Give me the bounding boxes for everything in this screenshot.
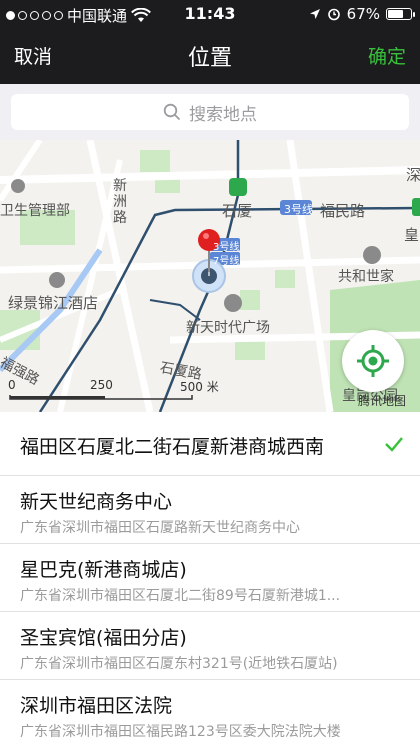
list-item-title: 福田区石厦北二街石厦新港商城西南	[20, 436, 325, 458]
map-metro-tag-main: 3号线	[284, 203, 313, 216]
scale-mid: 250	[90, 378, 113, 392]
alarm-icon	[327, 8, 340, 21]
list-item-title: 新天世纪商务中心	[20, 491, 173, 513]
map-label-xinzhou: 新 洲 路	[113, 178, 127, 226]
map-label-weisheng: 卫生管理部	[0, 203, 70, 219]
result-list: 福田区石厦北二街石厦新港商城西南 新天世纪商务中心 广东省深圳市福田区石厦路新天…	[0, 412, 420, 746]
check-icon	[385, 437, 403, 452]
list-item-subtitle: 广东省深圳市福田区石厦东村321号(近地铁石厦站)	[20, 656, 338, 672]
search-icon	[163, 103, 181, 121]
search-input[interactable]: 搜索地点	[11, 94, 409, 130]
map-metro-tag-2: 7号线	[213, 256, 240, 267]
map-label-huang: 皇	[404, 226, 420, 244]
page-title: 位置	[187, 46, 232, 71]
locate-button[interactable]	[342, 330, 404, 392]
map-label-xintiandi: 新天时代广场	[186, 320, 270, 336]
locate-icon	[357, 345, 389, 377]
status-bar: 中国联通 11:43 67%	[0, 0, 420, 28]
list-item[interactable]: 福田区石厦北二街石厦新港商城西南	[0, 412, 420, 476]
map-label-shixia: 石厦	[222, 202, 253, 220]
list-item-subtitle: 广东省深圳市福田区福民路123号区委大院法院大楼	[20, 724, 341, 740]
list-item-title: 圣宝宾馆(福田分店)	[20, 627, 187, 649]
map-attribution: 腾讯地图	[358, 394, 407, 408]
map-label-gongheshijia: 共和世家	[338, 269, 394, 285]
search-placeholder: 搜索地点	[189, 104, 257, 125]
list-item-title: 深圳市福田区法院	[20, 695, 173, 717]
scale-end: 500 米	[180, 380, 219, 394]
scale-zero: 0	[8, 378, 16, 392]
battery-percent: 67%	[346, 5, 380, 23]
list-item-title: 星巴克(新港商城店)	[20, 559, 187, 581]
search-area: 搜索地点	[0, 84, 420, 140]
map-view[interactable]: 新 洲 路 石厦 福民路 3号线 3号线 7号线 皇 深 卫生管理部 共和世家 …	[0, 140, 420, 412]
map-metro-tag-1: 3号线	[213, 242, 240, 253]
battery-icon	[386, 8, 415, 20]
list-item[interactable]: 新天世纪商务中心 广东省深圳市福田区石厦路新天世纪商务中心	[0, 476, 420, 544]
list-item[interactable]: 深圳市福田区法院 广东省深圳市福田区福民路123号区委大院法院大楼	[0, 680, 420, 746]
cancel-button[interactable]: 取消	[14, 42, 52, 69]
location-arrow-icon	[309, 9, 320, 19]
list-item-subtitle: 广东省深圳市福田区石厦路新天世纪商务中心	[20, 520, 300, 536]
list-item[interactable]: 圣宝宾馆(福田分店) 广东省深圳市福田区石厦东村321号(近地铁石厦站)	[0, 612, 420, 680]
list-item-subtitle: 广东省深圳市福田区石厦北二街89号石厦新港城1...	[20, 588, 341, 604]
nav-bar: 取消 位置 确定	[0, 28, 420, 84]
map-label-shen: 深	[406, 166, 420, 184]
status-right: 67%	[309, 5, 415, 23]
map-label-lvjing: 绿景锦江酒店	[8, 294, 99, 312]
confirm-button[interactable]: 确定	[368, 42, 406, 69]
map-label-fumin: 福民路	[320, 202, 366, 220]
list-item[interactable]: 星巴克(新港商城店) 广东省深圳市福田区石厦北二街89号石厦新港城1...	[0, 544, 420, 612]
